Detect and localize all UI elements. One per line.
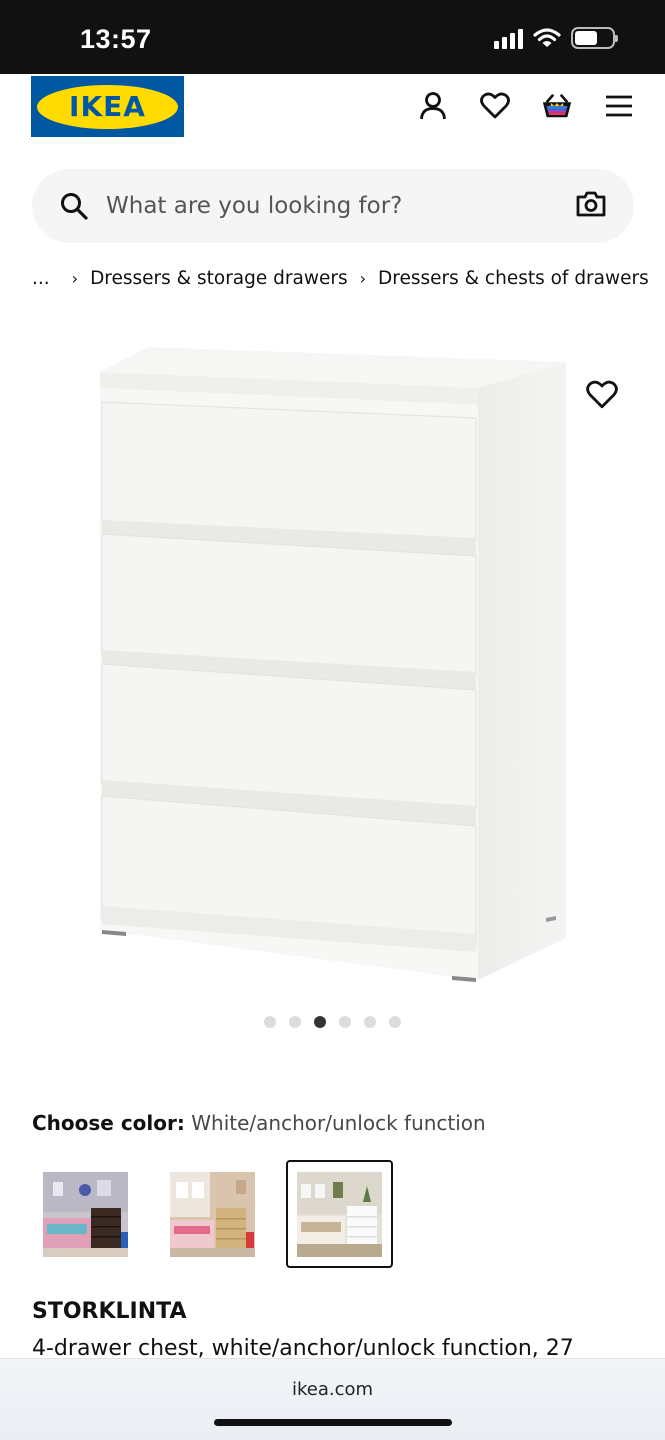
- camera-icon[interactable]: [576, 191, 606, 217]
- header-icons: [417, 90, 635, 122]
- logo-text: IKEA: [69, 90, 146, 123]
- carousel-dot[interactable]: [314, 1016, 326, 1028]
- signal-icon: [494, 27, 523, 49]
- choose-color-label: Choose color:: [32, 1111, 185, 1135]
- chevron-right-icon: ›: [71, 269, 79, 288]
- thumbnail-image: [170, 1171, 255, 1257]
- status-icons: [494, 27, 618, 49]
- carousel-dot[interactable]: [264, 1016, 276, 1028]
- wifi-icon: [533, 28, 561, 47]
- breadcrumb-item-dressers-chests[interactable]: Dressers & chests of drawers: [378, 268, 649, 289]
- image-carousel-indicator: [264, 1016, 401, 1028]
- carousel-dot[interactable]: [339, 1016, 351, 1028]
- status-time: 13:57: [80, 24, 152, 54]
- ikea-logo[interactable]: IKEA: [31, 76, 184, 137]
- color-swatch-dark[interactable]: [32, 1160, 139, 1268]
- menu-icon[interactable]: [603, 90, 635, 122]
- account-icon[interactable]: [417, 90, 449, 122]
- breadcrumb-item-dressers-storage[interactable]: Dressers & storage drawers: [90, 268, 348, 289]
- basket-icon[interactable]: [541, 90, 573, 122]
- status-bar: 13:57: [0, 0, 665, 74]
- search-bar[interactable]: [32, 169, 634, 243]
- home-indicator[interactable]: [214, 1419, 452, 1426]
- header: IKEA: [0, 74, 665, 154]
- heart-icon[interactable]: [479, 90, 511, 122]
- battery-icon: [571, 27, 618, 49]
- chevron-right-icon: ›: [359, 269, 366, 288]
- product-image[interactable]: [0, 320, 665, 1000]
- selected-color-value: White/anchor/unlock function: [191, 1111, 486, 1135]
- product-name: STORKLINTA: [32, 1299, 187, 1324]
- carousel-dot[interactable]: [364, 1016, 376, 1028]
- carousel-dot[interactable]: [289, 1016, 301, 1028]
- breadcrumb: ... › Dressers & storage drawers › Dress…: [32, 268, 649, 289]
- breadcrumb-ellipsis[interactable]: ...: [32, 268, 50, 289]
- color-swatches: [32, 1160, 393, 1268]
- choose-color: Choose color: White/anchor/unlock functi…: [32, 1111, 486, 1135]
- carousel-dot[interactable]: [389, 1016, 401, 1028]
- color-swatch-beige[interactable]: [159, 1160, 266, 1268]
- color-swatch-white[interactable]: [286, 1160, 393, 1268]
- search-input[interactable]: [106, 185, 546, 227]
- add-to-favorites-icon[interactable]: [586, 380, 618, 410]
- thumbnail-image: [43, 1171, 128, 1257]
- url-bar[interactable]: ikea.com: [0, 1379, 665, 1400]
- browser-bottom-bar: ikea.com: [0, 1358, 665, 1440]
- thumbnail-image: [297, 1171, 382, 1257]
- search-icon[interactable]: [60, 192, 88, 220]
